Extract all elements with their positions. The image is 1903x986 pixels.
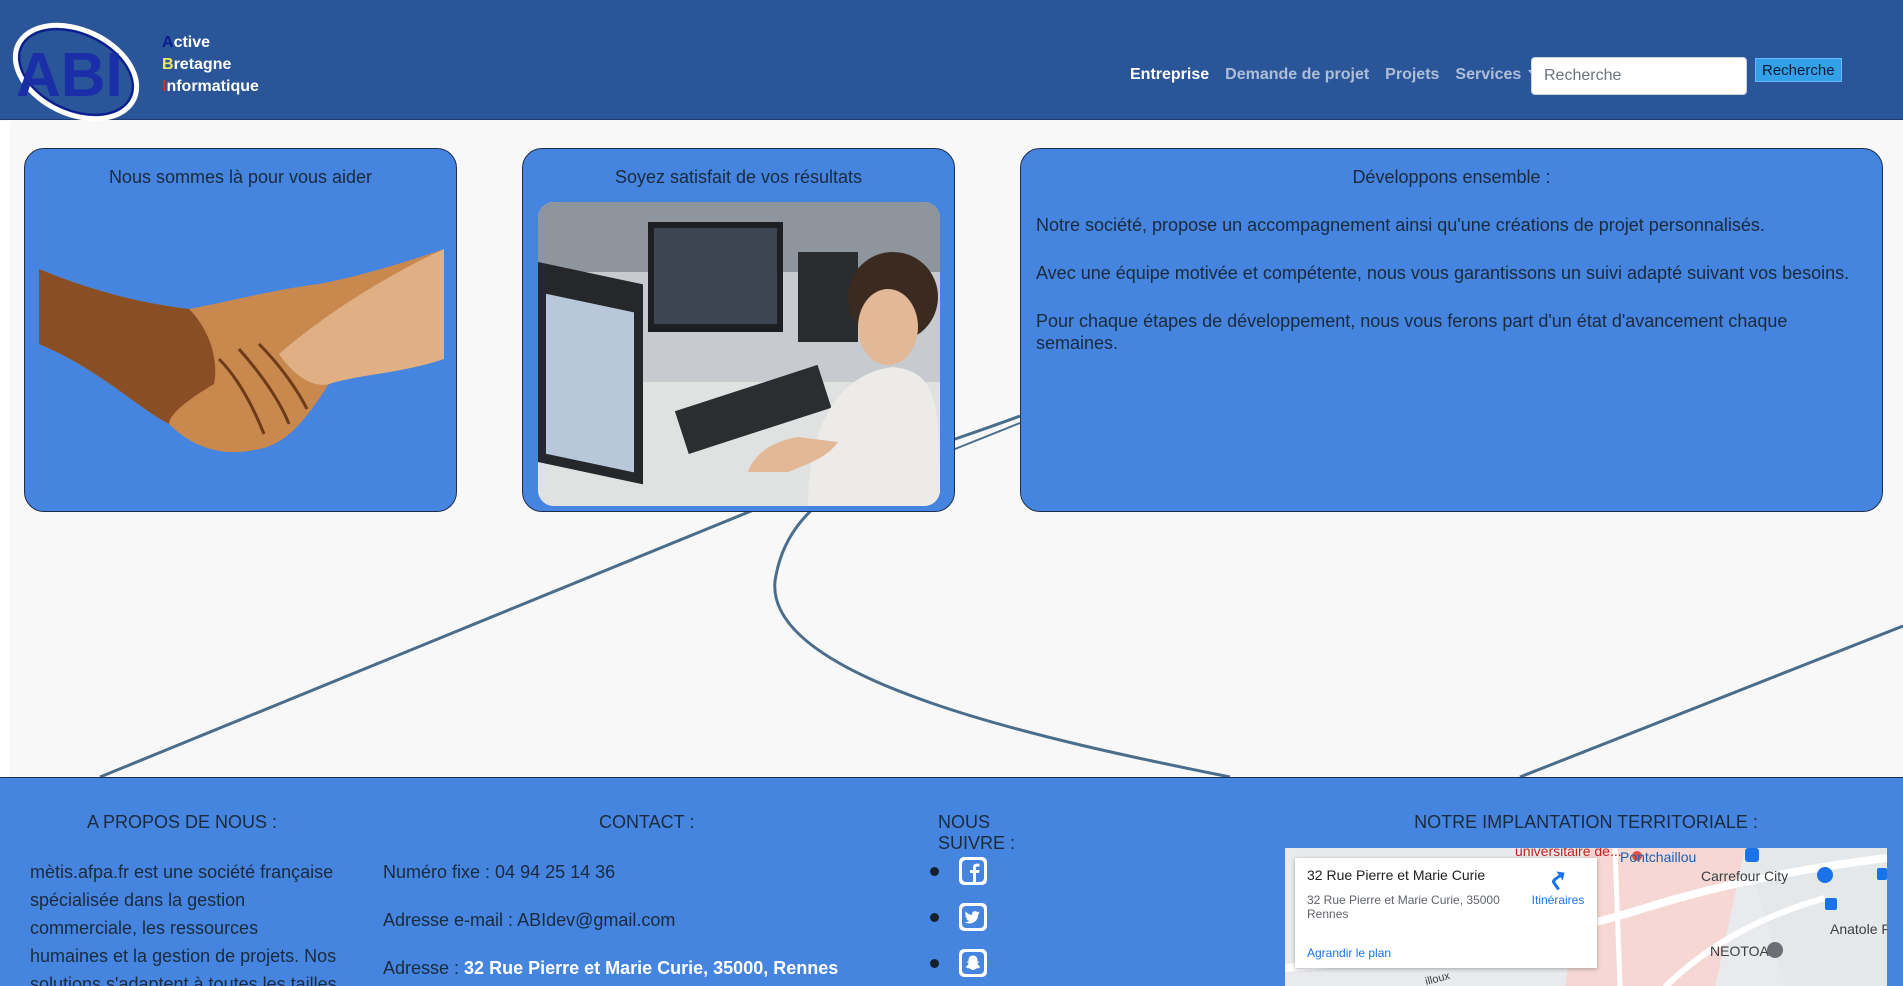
map-label: Anatole F xyxy=(1830,921,1887,937)
footer: A PROPOS DE NOUS : mètis.afpa.fr est une… xyxy=(0,777,1903,986)
main-nav: Entreprise Demande de projet Projets Ser… xyxy=(1130,66,1537,84)
search-input[interactable] xyxy=(1531,57,1747,95)
list-bullet xyxy=(930,958,939,968)
card-develop-paragraph: Notre société, propose un accompagnement… xyxy=(1036,215,1765,235)
search-button[interactable]: Recherche xyxy=(1755,58,1842,82)
student-at-computer-image xyxy=(538,202,940,506)
map-label: Carrefour City xyxy=(1701,868,1789,884)
social-facebook xyxy=(930,857,987,885)
card-results-title: Soyez satisfait de vos résultats xyxy=(614,167,863,187)
card-develop-paragraph: Pour chaque étapes de développement, nou… xyxy=(1036,311,1788,353)
nav-item-services-label: Services xyxy=(1455,66,1522,83)
map-label: Pontchaillou xyxy=(1620,849,1697,865)
nav-item-demande-de-projet[interactable]: Demande de projet xyxy=(1225,66,1369,84)
map-directions-button[interactable]: Itinéraires xyxy=(1523,868,1593,907)
list-bullet xyxy=(930,912,939,922)
card-develop-paragraph: Avec une équipe motivée et compétente, n… xyxy=(1036,263,1850,283)
navbar: ABI Active Bretagne Informatique Entrepr… xyxy=(0,0,1903,122)
nav-item-services[interactable]: Services xyxy=(1455,66,1537,84)
footer-location-heading: NOTRE IMPLANTATION TERRITORIALE : xyxy=(1414,812,1758,832)
card-develop: Développons ensemble : Notre société, pr… xyxy=(1020,148,1883,512)
nav-item-projets[interactable]: Projets xyxy=(1385,66,1439,84)
footer-email: Adresse e-mail : ABIdev@gmail.com xyxy=(383,910,675,931)
facebook-icon[interactable] xyxy=(959,857,987,885)
address-value: 32 Rue Pierre et Marie Curie, 35000, Ren… xyxy=(464,958,839,978)
twitter-icon[interactable] xyxy=(959,903,987,931)
map-place-title: 32 Rue Pierre et Marie Curie xyxy=(1307,867,1486,883)
card-help: Nous sommes là pour vous aider xyxy=(24,148,457,512)
map-info-card: 32 Rue Pierre et Marie Curie 32 Rue Pier… xyxy=(1295,858,1597,968)
social-twitter xyxy=(930,903,987,931)
map-directions-label: Itinéraires xyxy=(1531,893,1585,907)
email-label: Adresse e-mail : xyxy=(383,910,518,930)
card-develop-title: Développons ensemble : xyxy=(1352,167,1551,187)
nav-item-entreprise[interactable]: Entreprise xyxy=(1130,66,1209,84)
footer-about-heading: A PROPOS DE NOUS : xyxy=(86,812,278,832)
phone-label: Numéro fixe : xyxy=(383,862,496,882)
social-snapchat xyxy=(930,949,987,977)
brand-name: Active Bretagne Informatique xyxy=(162,34,259,95)
footer-address: Adresse : 32 Rue Pierre et Marie Curie, … xyxy=(383,958,838,979)
footer-phone: Numéro fixe : 04 94 25 14 36 xyxy=(383,862,615,883)
address-label: Adresse : xyxy=(383,958,465,978)
google-map[interactable]: universitaire de... Pontchaillou Carrefo… xyxy=(1285,848,1887,986)
handshake-image xyxy=(39,249,444,453)
map-enlarge-link[interactable]: Agrandir le plan xyxy=(1307,946,1391,960)
map-place-address: 32 Rue Pierre et Marie Curie, 35000 Renn… xyxy=(1307,893,1500,921)
svg-text:ABI: ABI xyxy=(16,41,123,110)
list-bullet xyxy=(930,866,939,876)
footer-contact-heading: CONTACT : xyxy=(599,812,695,832)
abi-logo[interactable]: ABI xyxy=(8,12,144,124)
map-label: NEOTOA xyxy=(1710,943,1769,959)
snapchat-icon[interactable] xyxy=(959,949,987,977)
left-gutter xyxy=(0,121,10,777)
footer-about-text: mètis.afpa.fr est une société française … xyxy=(30,862,337,986)
card-help-title: Nous sommes là pour vous aider xyxy=(108,167,373,187)
directions-icon xyxy=(1552,871,1565,891)
card-results: Soyez satisfait de vos résultats xyxy=(522,148,955,512)
phone-number[interactable]: 04 94 25 14 36 xyxy=(495,862,615,882)
email-address[interactable]: ABIdev@gmail.com xyxy=(517,910,675,930)
footer-follow-heading: NOUS SUIVRE : xyxy=(938,812,1016,853)
